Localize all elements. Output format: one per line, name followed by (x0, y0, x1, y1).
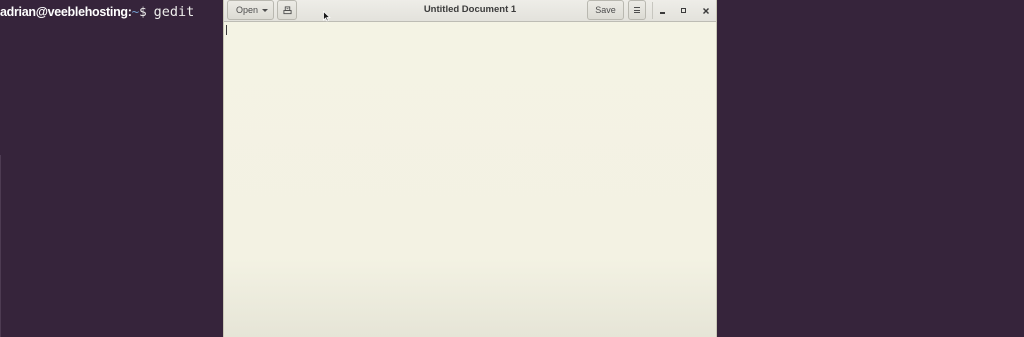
close-button[interactable] (699, 4, 712, 17)
open-button[interactable]: Open (227, 0, 274, 20)
maximize-icon (681, 8, 686, 13)
new-document-button[interactable] (277, 0, 297, 20)
save-button-label: Save (595, 5, 616, 15)
terminal-command: gedit (153, 4, 195, 20)
open-button-label: Open (235, 5, 259, 15)
menu-button[interactable] (628, 0, 646, 20)
gedit-window[interactable]: Open Untitled Document 1 Save (223, 0, 717, 337)
terminal-prompt-line: adrian@veeblehosting: ~ $ gedit (0, 4, 194, 22)
chevron-down-icon (262, 9, 268, 12)
maximize-button[interactable] (677, 4, 690, 17)
prompt-symbol: $ (139, 4, 147, 19)
header-divider (652, 2, 653, 19)
document-text-area[interactable] (224, 22, 716, 337)
minimize-button[interactable] (656, 4, 669, 17)
new-document-icon (282, 5, 292, 14)
minimize-icon (660, 12, 665, 14)
text-cursor (226, 25, 227, 35)
save-button[interactable]: Save (587, 0, 624, 20)
prompt-user-host: adrian@veeblehosting: (0, 5, 132, 19)
window-title: Untitled Document 1 (423, 4, 517, 15)
prompt-path: ~ (131, 4, 140, 19)
header-bar[interactable]: Open Untitled Document 1 Save (224, 0, 716, 22)
close-icon (702, 7, 709, 14)
terminal-edge (0, 155, 1, 337)
hamburger-menu-icon (634, 7, 640, 13)
